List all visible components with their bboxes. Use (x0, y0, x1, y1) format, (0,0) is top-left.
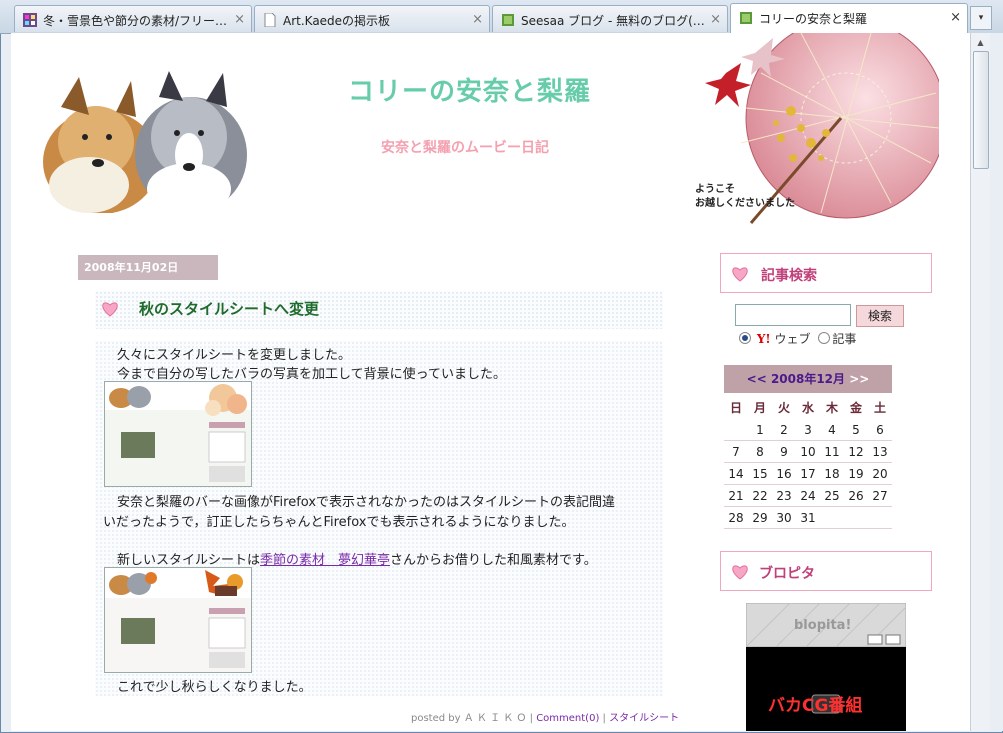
blopita-logo: blopita! (794, 618, 851, 633)
window-edge (990, 33, 1003, 731)
calendar-weekday-row: 日 月 火 水 木 金 土 (729, 400, 886, 415)
tab-collie-blog[interactable]: コリーの安奈と梨羅 × (730, 3, 968, 33)
calendar-next-link[interactable]: >> (849, 372, 869, 386)
blopita-section-title: ブロピタ (720, 551, 932, 591)
post-paragraph: 今まで自分の写したバラの写真を加工して背景に使っていました。 (117, 367, 506, 382)
post-paragraph: 新しいスタイルシートは季節の素材 夢幻華亭さんからお借りした和風素材です。 (117, 553, 597, 568)
welcome-text: ようこそ お越しくださいました (695, 184, 795, 209)
calendar-week-row: 28 29 30 31 (724, 506, 892, 529)
tab-winter-materials[interactable]: 冬・雪景色や節分の素材/フリー… × (14, 5, 252, 32)
heart-icon (102, 302, 118, 317)
new-style-preview-image (105, 568, 251, 672)
post-footer: posted by Ａ Ｋ Ｉ Ｋ Ｏ | Comment(0) | スタイルシ… (411, 713, 680, 724)
site-favicon-grid-icon (23, 13, 37, 27)
tab-close-icon[interactable]: × (950, 10, 961, 25)
site-title[interactable]: コリーの安奈と梨羅 (348, 71, 591, 108)
calendar-week-row: 7 8 9 10 11 12 13 (724, 440, 892, 463)
calendar-week-row: 14 15 16 17 18 19 20 (724, 462, 892, 485)
tab-close-icon[interactable]: × (472, 12, 483, 27)
page-icon (264, 13, 276, 27)
search-scope-radios: Y! ウェブ 記事 (739, 330, 856, 347)
post-paragraph: いだったようで，訂正したらちゃんとFirefoxでも表示されるようになりました。 (103, 515, 575, 530)
calendar-header: << 2008年12月 >> (724, 365, 892, 393)
book-icon (740, 12, 752, 24)
sound-icon[interactable] (885, 634, 901, 645)
old-style-preview-image (105, 382, 251, 486)
yahoo-logo-icon: Y! (756, 332, 771, 346)
category-link[interactable]: スタイルシート (609, 713, 679, 724)
search-section-title: 記事検索 (720, 253, 932, 293)
post-title[interactable]: 秋のスタイルシートへ変更 (139, 298, 319, 319)
calendar-prev-link[interactable]: << (747, 372, 767, 386)
radio-web[interactable] (739, 332, 751, 344)
post-paragraph: 安奈と梨羅のバーな画像がFirefoxで表示されなかったのはスタイルシートの表記… (117, 495, 616, 510)
screenshot-thumbnail-old[interactable] (104, 381, 252, 487)
material-site-link[interactable]: 季節の素材 夢幻華亭 (260, 553, 390, 568)
blopita-video-widget[interactable]: blopita! バカCG番組 (746, 603, 906, 731)
radio-article[interactable] (818, 332, 831, 344)
calendar-week-row: 21 22 23 24 25 26 27 (724, 484, 892, 507)
scroll-up-icon[interactable]: ▲ (973, 35, 988, 50)
tab-list-button[interactable]: ▾ (970, 6, 992, 30)
tab-close-icon[interactable]: × (710, 12, 721, 27)
scrollbar-thumb[interactable] (973, 51, 989, 169)
tab-close-icon[interactable]: × (234, 12, 245, 27)
tab-label: 冬・雪景色や節分の素材/フリー… (43, 14, 228, 28)
tab-bar: 冬・雪景色や節分の素材/フリー… × Art.Kaedeの掲示板 × Seesa… (0, 0, 1003, 34)
heart-icon (732, 565, 748, 580)
book-icon (502, 14, 514, 26)
comment-link[interactable]: Comment(0) (536, 713, 599, 724)
post-paragraph: 久々にスタイルシートを変更しました。 (117, 348, 352, 363)
tab-label: コリーの安奈と梨羅 (759, 12, 868, 26)
search-input[interactable] (735, 304, 851, 326)
tab-label: Seesaa ブログ - 無料のブログ(… (521, 14, 705, 28)
post-date: 2008年11月02日 (78, 255, 218, 280)
window-icon[interactable] (867, 634, 883, 645)
blopita-video-title: バカCG番組 (768, 695, 862, 716)
search-button[interactable]: 検索 (856, 305, 904, 327)
tab-label: Art.Kaedeの掲示板 (283, 14, 391, 28)
calendar-month-link[interactable]: 2008年12月 (771, 372, 845, 386)
calendar-week-row: 123456 (724, 419, 892, 441)
calendar-table: 日 月 火 水 木 金 土 123456 7 8 9 10 11 12 13 14 15 16 1… (724, 395, 892, 529)
site-subtitle: 安奈と梨羅のムービー日記 (381, 140, 549, 156)
tab-art-kaede-board[interactable]: Art.Kaedeの掲示板 × (254, 5, 490, 32)
page-viewport: コリーの安奈と梨羅 安奈と梨羅のムービー日記 ようこそ お越しくださいました 2… (11, 33, 970, 731)
vertical-scrollbar[interactable]: ▲ (970, 33, 990, 731)
heart-icon (732, 267, 748, 282)
post-paragraph: これで少し秋らしくなりました。 (117, 680, 312, 695)
tab-seesaa-blog[interactable]: Seesaa ブログ - 無料のブログ(… × (492, 5, 728, 32)
collie-dogs-image (43, 71, 247, 213)
screenshot-thumbnail-new[interactable] (104, 567, 252, 673)
